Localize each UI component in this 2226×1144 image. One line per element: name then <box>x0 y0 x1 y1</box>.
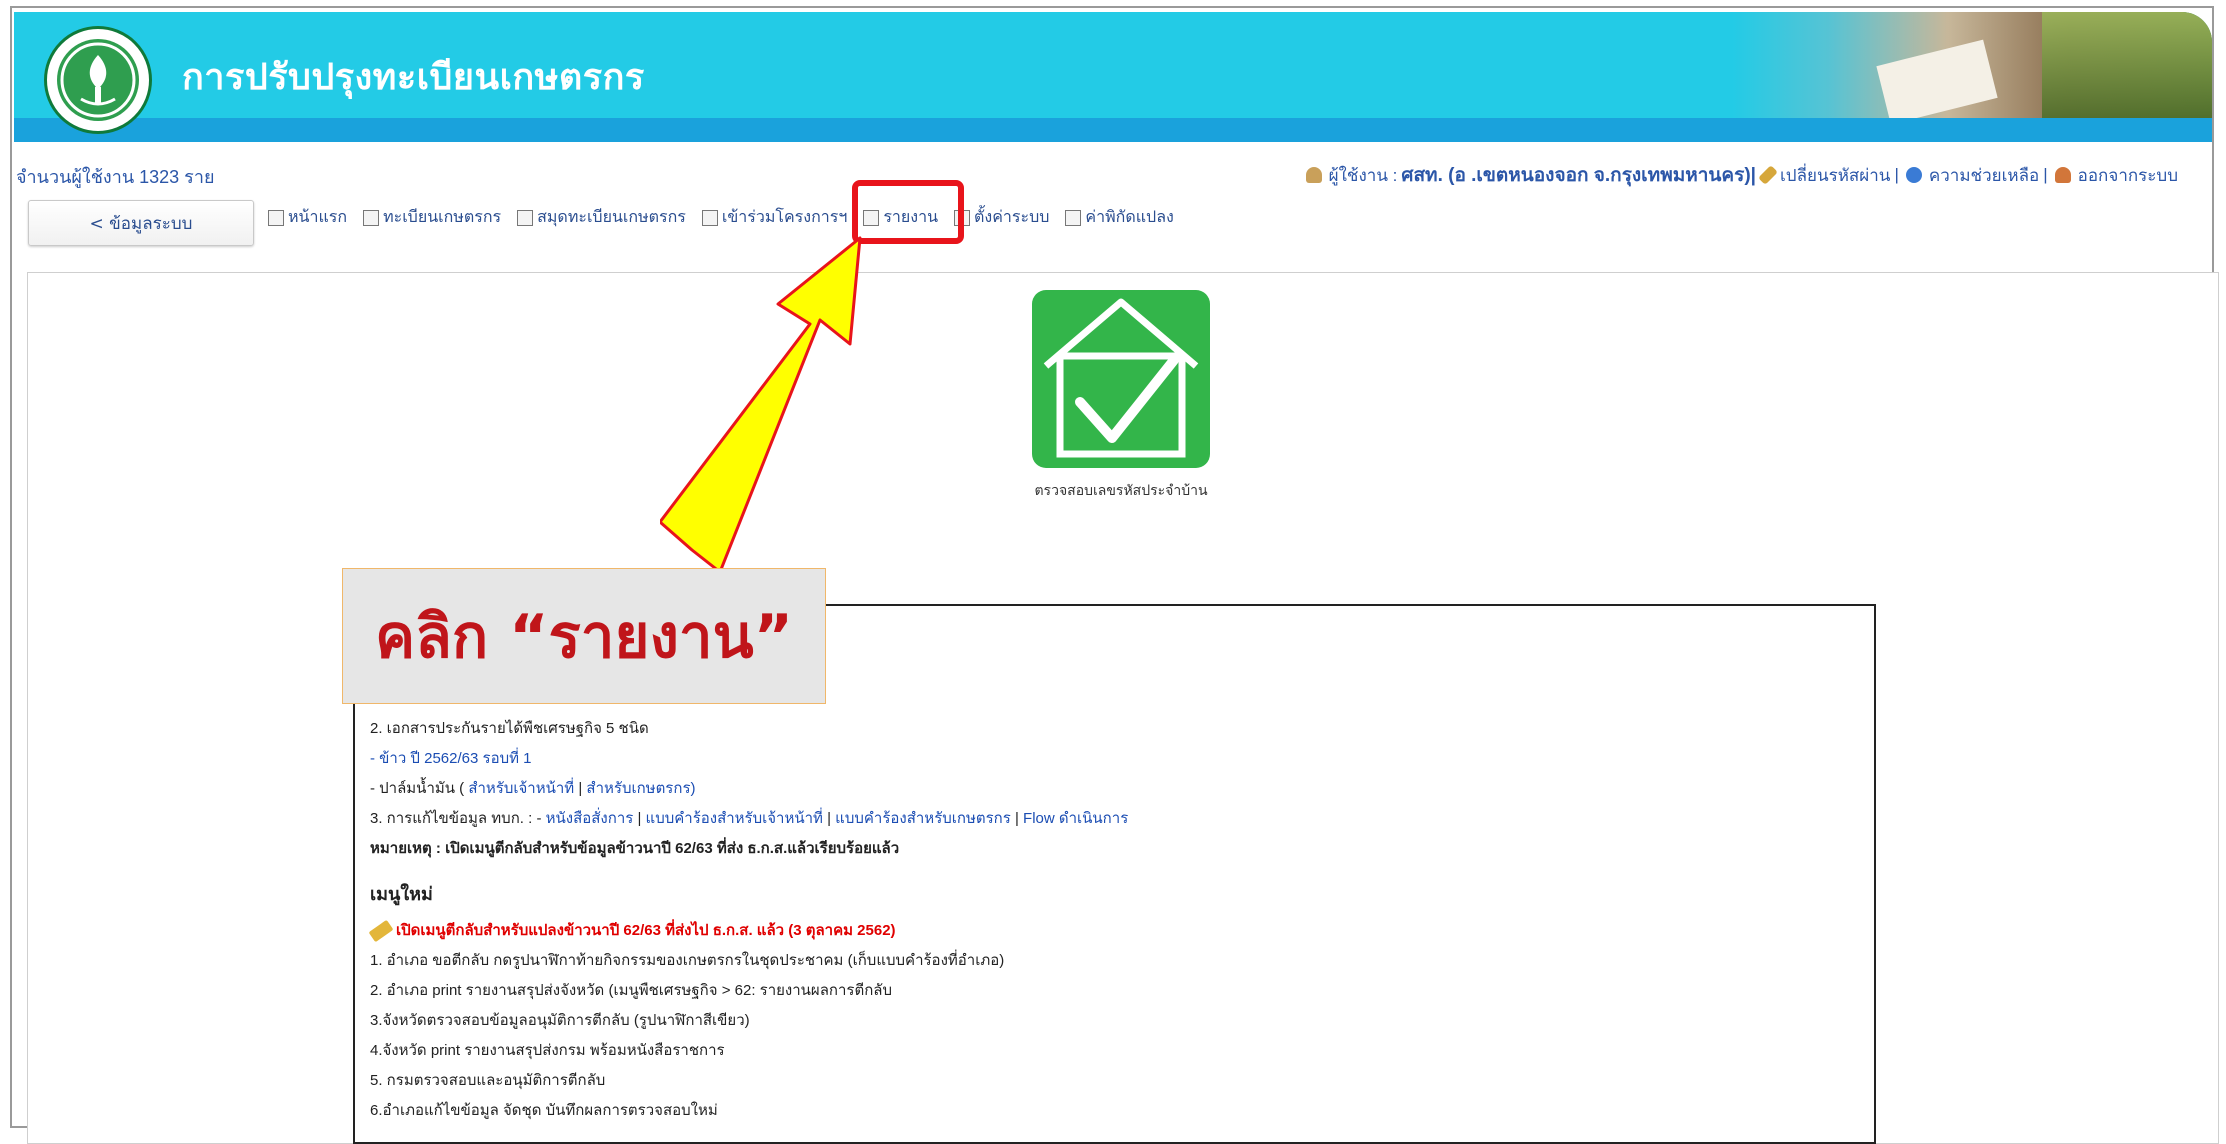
new-menu-title: เมนูใหม่ <box>370 884 433 904</box>
nav-label: หน้าแรก <box>288 207 348 226</box>
user-bar: ผู้ใช้งาน : ศสท. (อ .เขตหนองจอก จ.กรุงเท… <box>1303 160 2178 190</box>
text: | <box>1010 810 1024 827</box>
pencil-icon <box>368 919 394 943</box>
separator: | <box>1894 165 1899 184</box>
nav-settings[interactable]: ตั้งค่าระบบ <box>954 205 1049 230</box>
text: | <box>633 810 646 827</box>
step-line: 1. อำเภอ ขอตีกลับ กดรูปนาฬิกาท้ายกิจกรรม… <box>370 952 1005 969</box>
step-line: 4.จังหวัด print รายงานสรุปส่งกรม พร้อมหน… <box>370 1042 725 1059</box>
logout-link[interactable]: ออกจากระบบ <box>2078 162 2178 189</box>
header-hero-image <box>1732 12 2212 118</box>
flow-link[interactable]: Flow ดำเนินการ <box>1023 810 1128 827</box>
farmer-form-link[interactable]: แบบคำร้องสำหรับเกษตรกร <box>835 810 1011 827</box>
header-curve <box>14 142 2212 162</box>
palm-farmer-link[interactable]: สำหรับเกษตรกร) <box>586 780 695 797</box>
step-line: 2. อำเภอ print รายงานสรุปส่งจังหวัด (เมน… <box>370 982 892 999</box>
nav-farmer-registry[interactable]: ทะเบียนเกษตรกร <box>363 205 501 230</box>
nav-label: ทะเบียนเกษตรกร <box>383 207 502 226</box>
change-password-link[interactable]: เปลี่ยนรหัสผ่าน <box>1780 162 1890 189</box>
nav-box-icon <box>1065 209 1082 226</box>
text: 3. การแก้ไขข้อมูล ทบก. : - <box>370 810 546 827</box>
house-code-check-label[interactable]: ตรวจสอบเลขรหัสประจำบ้าน <box>1000 480 1242 502</box>
nav-home[interactable]: หน้าแรก <box>268 205 347 230</box>
palm-officer-link[interactable]: สำหรับเจ้าหน้าที่ <box>468 780 574 797</box>
order-letter-link[interactable]: หนังสือสั่งการ <box>546 810 634 827</box>
department-logo <box>44 26 152 134</box>
step-line: 5. กรมตรวจสอบและอนุมัติการตีกลับ <box>370 1072 606 1089</box>
notice-line: 3. การแก้ไขข้อมูล ทบก. : - หนังสือสั่งกา… <box>370 804 1128 834</box>
separator: | <box>2043 165 2048 184</box>
logo-emblem-icon <box>57 39 139 121</box>
nav-box-icon <box>517 209 534 226</box>
text: | <box>574 780 587 797</box>
notice-remark: หมายเหตุ : เปิดเมนูตีกลับสำหรับข้อมูลข้า… <box>370 840 900 857</box>
house-check-icon <box>1043 298 1199 458</box>
help-icon <box>1905 167 1922 183</box>
callout-text: คลิก “รายงาน” <box>374 601 794 672</box>
nav-label: ตั้งค่าระบบ <box>974 207 1050 226</box>
step-line: 6.อำเภอแก้ไขข้อมูล จัดชุด บันทึกผลการตรว… <box>370 1102 718 1119</box>
step-line: 3.จังหวัดตรวจสอบข้อมูลอนุมัติการตีกลับ (… <box>370 1012 750 1029</box>
notice-line: - ปาล์มน้ำมัน ( สำหรับเจ้าหน้าที่ | สำหร… <box>370 774 1128 804</box>
instruction-callout: คลิก “รายงาน” <box>342 568 826 704</box>
text: | <box>822 810 836 827</box>
headline-text: เปิดเมนูตีกลับสำหรับแปลงข้าวนาปี 62/63 ท… <box>396 922 896 939</box>
nav-box-icon <box>268 209 284 226</box>
user-name: ศสท. (อ .เขตหนองจอก จ.กรุงเทพมหานคร)| <box>1401 165 1756 186</box>
text: - ปาล์มน้ำมัน ( <box>370 780 469 797</box>
logout-icon <box>2054 167 2071 183</box>
rice-link[interactable]: - ข้าว ปี 2562/63 รอบที่ 1 <box>370 744 1128 774</box>
user-icon <box>1305 167 1322 183</box>
back-system-info-button[interactable]: < ข้อมูลระบบ <box>28 200 254 246</box>
house-check-tile[interactable] <box>1032 290 1210 468</box>
user-count: จำนวนผู้ใช้งาน 1323 ราย <box>16 167 215 187</box>
key-icon <box>1758 165 1778 185</box>
site-title: การปรับปรุงทะเบียนเกษตรกร <box>182 57 645 98</box>
notice-lines: 2. เอกสารประกันรายได้พืชเศรษฐกิจ 5 ชนิด … <box>368 714 1128 1126</box>
user-label: ผู้ใช้งาน : <box>1328 165 1398 185</box>
hero-paper <box>1876 39 1998 118</box>
hero-rice-field <box>2042 12 2212 118</box>
yellow-arrow-annotation <box>660 236 862 574</box>
nav-plot-coordinates[interactable]: ค่าพิกัดแปลง <box>1065 205 1174 230</box>
new-menu-headline: เปิดเมนูตีกลับสำหรับแปลงข้าวนาปี 62/63 ท… <box>368 916 1128 946</box>
help-link[interactable]: ความช่วยเหลือ <box>1929 162 2039 189</box>
site-header: การปรับปรุงทะเบียนเกษตรกร <box>14 12 2212 162</box>
nav-label: ค่าพิกัดแปลง <box>1085 207 1174 226</box>
notice-line: 2. เอกสารประกันรายได้พืชเศรษฐกิจ 5 ชนิด <box>370 720 649 737</box>
nav-box-icon <box>363 209 380 226</box>
officer-form-link[interactable]: แบบคำร้องสำหรับเจ้าหน้าที่ <box>646 810 823 827</box>
